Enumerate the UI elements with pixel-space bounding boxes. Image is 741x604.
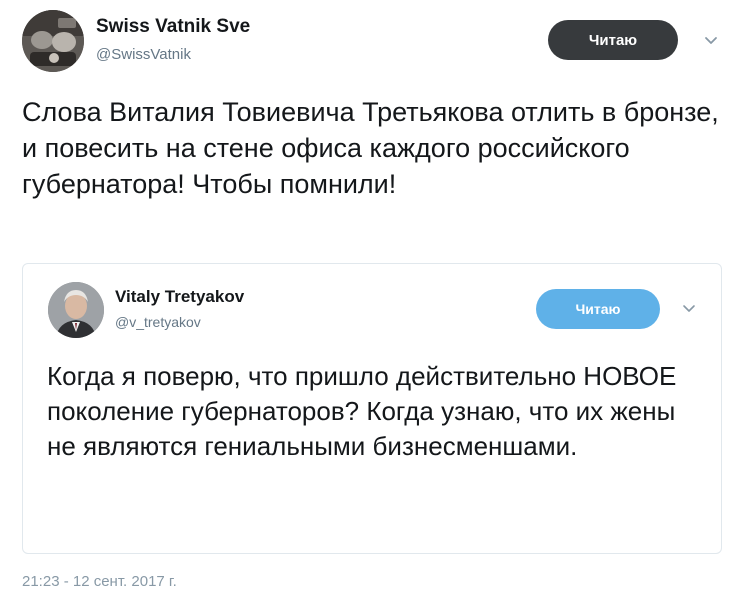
tweet-text: Слова Виталия Товиевича Третьякова отлит… xyxy=(22,97,719,199)
avatar-image xyxy=(22,10,84,72)
quoted-author-avatar[interactable] xyxy=(48,282,104,338)
follow-button[interactable]: Читаю xyxy=(548,20,678,60)
quoted-avatar-image xyxy=(48,282,104,338)
author-avatar[interactable] xyxy=(22,10,84,72)
quoted-author-handle[interactable]: @v_tretyakov xyxy=(115,314,201,330)
quoted-tweet-text: Когда я поверю, что пришло действительно… xyxy=(47,361,677,461)
chevron-down-icon[interactable] xyxy=(702,34,720,48)
chevron-down-icon[interactable] xyxy=(681,302,697,314)
author-handle[interactable]: @SwissVatnik xyxy=(96,46,191,63)
tweet-timestamp[interactable]: 21:23 - 12 сент. 2017 г. xyxy=(22,573,177,590)
quoted-tweet-card[interactable]: Vitaly Tretyakov @v_tretyakov Читаю Когд… xyxy=(22,263,722,554)
quoted-author-name[interactable]: Vitaly Tretyakov xyxy=(115,287,244,307)
author-name[interactable]: Swiss Vatnik Sve xyxy=(96,16,250,38)
quoted-follow-button[interactable]: Читаю xyxy=(536,289,660,329)
